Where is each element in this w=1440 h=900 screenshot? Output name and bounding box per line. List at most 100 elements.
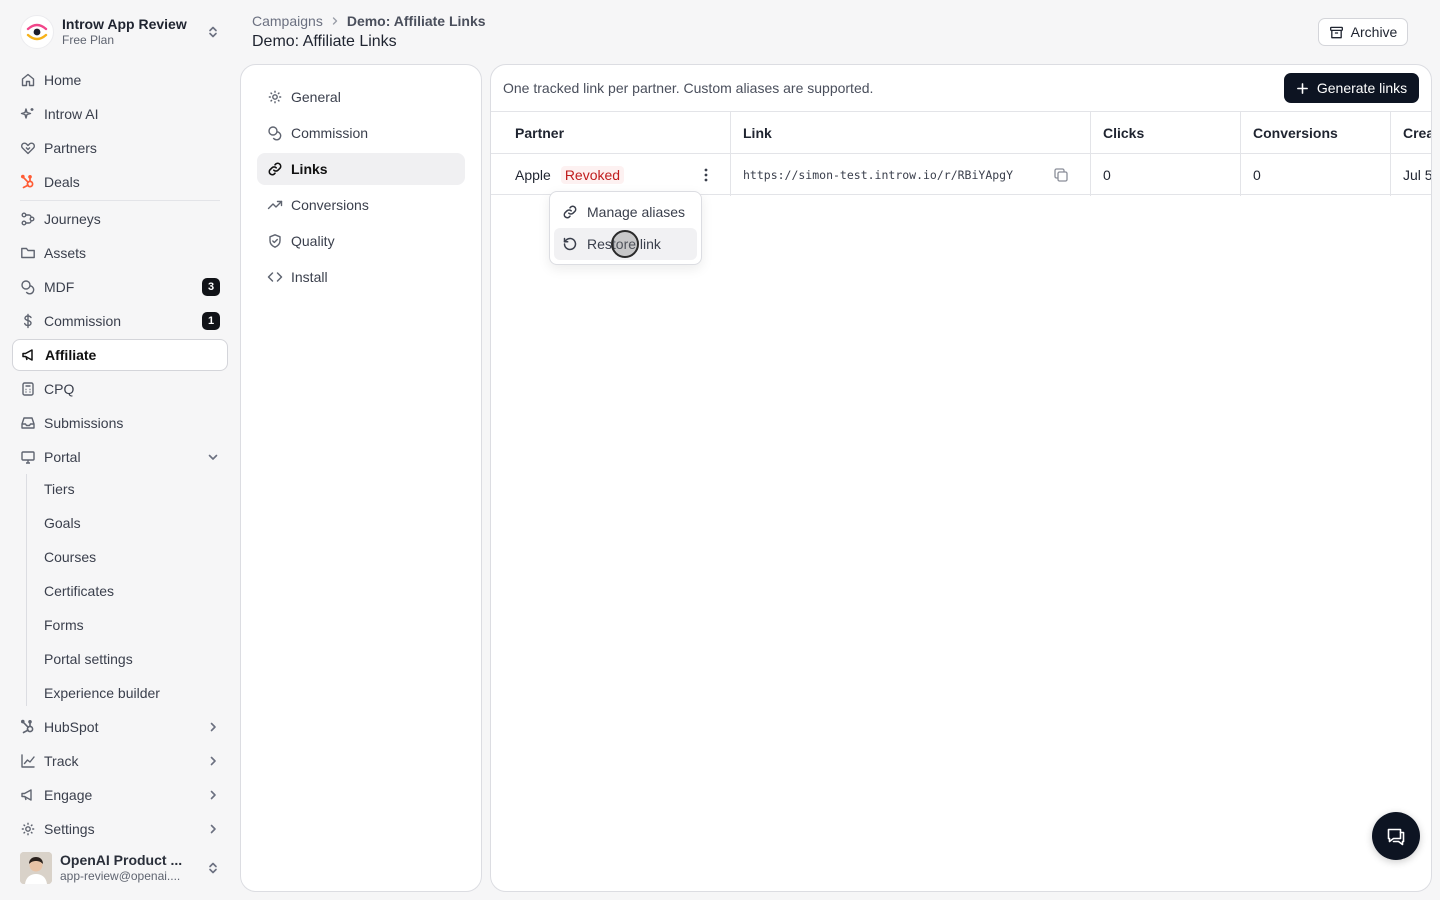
archive-icon	[1329, 25, 1344, 40]
breadcrumb-campaigns-link[interactable]: Campaigns	[252, 13, 323, 29]
sidebar-subitem-forms[interactable]: Forms	[36, 610, 226, 640]
handshake-icon	[20, 140, 36, 156]
links-table: Partner Link Clicks Conversions Crea App…	[491, 111, 1432, 196]
sidebar-subitem-experience-builder[interactable]: Experience builder	[36, 678, 226, 708]
column-header-partner[interactable]: Partner	[491, 112, 731, 154]
settings-tab-conversions[interactable]: Conversions	[257, 189, 465, 221]
sidebar-item-track[interactable]: Track	[12, 745, 228, 777]
link-icon	[267, 161, 283, 177]
settings-tab-install[interactable]: Install	[257, 261, 465, 293]
tracked-link-url: https://simon-test.introw.io/r/RBiYApgY	[743, 168, 1014, 182]
sidebar-item-hubspot[interactable]: HubSpot	[12, 711, 228, 743]
sidebar-item-label: CPQ	[44, 381, 75, 397]
sidebar-subitem-portal-settings[interactable]: Portal settings	[36, 644, 226, 674]
monitor-icon	[20, 449, 36, 465]
sidebar-subitem-certificates[interactable]: Certificates	[36, 576, 226, 606]
user-menu[interactable]: OpenAI Product ... app-review@openai....	[12, 848, 228, 888]
menu-item-label: Restore link	[587, 236, 661, 252]
shield-icon	[267, 233, 283, 249]
sidebar-item-label: Affiliate	[45, 347, 97, 363]
sidebar-item-label: Journeys	[44, 211, 101, 227]
sidebar-item-portal[interactable]: Portal	[12, 441, 228, 473]
coins-icon	[20, 279, 36, 295]
partner-cell: Apple Revoked	[491, 154, 731, 196]
restore-link-menu-item[interactable]: Restore link	[554, 228, 697, 260]
more-vertical-icon[interactable]	[697, 166, 715, 184]
sidebar-item-commission[interactable]: Commission 1	[12, 305, 228, 337]
campaign-settings-nav: General Commission Links Conversions Qua…	[240, 64, 482, 892]
workspace-switcher[interactable]: Introw App Review Free Plan	[12, 10, 228, 54]
generate-links-button[interactable]: Generate links	[1284, 73, 1419, 103]
home-icon	[20, 72, 36, 88]
table-header-row: Partner Link Clicks Conversions Crea	[491, 111, 1431, 154]
coins-icon	[267, 125, 283, 141]
sidebar-item-journeys[interactable]: Journeys	[12, 203, 228, 235]
sidebar-item-submissions[interactable]: Submissions	[12, 407, 228, 439]
sidebar-item-label: Portal	[44, 449, 81, 465]
copy-icon[interactable]	[1053, 167, 1069, 183]
mdf-count-badge: 3	[202, 278, 220, 296]
commission-count-badge: 1	[202, 312, 220, 330]
clicks-cell: 0	[1091, 154, 1241, 196]
restore-icon	[562, 236, 578, 252]
chevron-right-icon	[329, 15, 341, 27]
chevron-up-down-icon	[206, 25, 220, 39]
inbox-icon	[20, 415, 36, 431]
created-cell: Jul 5	[1403, 167, 1432, 183]
column-header-link[interactable]: Link	[731, 112, 1091, 154]
archive-button[interactable]: Archive	[1318, 18, 1408, 46]
settings-tab-label: Links	[291, 161, 328, 177]
table-row: Apple Revoked https://simon-test.introw.…	[491, 153, 1432, 196]
sidebar-subitem-tiers[interactable]: Tiers	[36, 474, 226, 504]
chat-support-button[interactable]	[1372, 812, 1420, 860]
link-icon	[562, 204, 578, 220]
partner-name: Apple	[515, 167, 551, 183]
links-description: One tracked link per partner. Custom ali…	[503, 80, 874, 96]
chevron-right-icon	[206, 822, 220, 836]
sidebar-item-assets[interactable]: Assets	[12, 237, 228, 269]
folder-icon	[20, 245, 36, 261]
column-header-clicks[interactable]: Clicks	[1091, 112, 1241, 154]
settings-tab-label: Install	[291, 269, 328, 285]
workspace-plan: Free Plan	[62, 33, 115, 47]
user-email: app-review@openai....	[60, 869, 181, 883]
chevron-right-icon	[206, 754, 220, 768]
sidebar-item-introw-ai[interactable]: Introw AI	[12, 98, 228, 130]
sidebar-item-settings[interactable]: Settings	[12, 813, 228, 845]
settings-tab-quality[interactable]: Quality	[257, 225, 465, 257]
sidebar-item-cpq[interactable]: CPQ	[12, 373, 228, 405]
workspace-name: Introw App Review	[62, 16, 187, 32]
sparkle-icon	[20, 106, 36, 122]
sidebar-item-partners[interactable]: Partners	[12, 132, 228, 164]
breadcrumb: Campaigns Demo: Affiliate Links	[252, 13, 486, 29]
megaphone-icon	[21, 347, 37, 363]
archive-label: Archive	[1350, 24, 1398, 40]
sidebar-item-affiliate[interactable]: Affiliate	[12, 339, 228, 371]
sidebar-item-home[interactable]: Home	[12, 64, 228, 96]
sidebar-item-label: MDF	[44, 279, 75, 295]
sidebar-item-label: Partners	[44, 140, 97, 156]
sidebar-item-engage[interactable]: Engage	[12, 779, 228, 811]
sidebar-item-mdf[interactable]: MDF 3	[12, 271, 228, 303]
user-name: OpenAI Product ...	[60, 852, 183, 868]
chevron-down-icon	[206, 450, 220, 464]
sidebar-item-label: Deals	[44, 174, 80, 190]
generate-links-label: Generate links	[1316, 80, 1408, 96]
sidebar-subitem-goals[interactable]: Goals	[36, 508, 226, 538]
sidebar-item-label: HubSpot	[44, 719, 99, 735]
sidebar-item-label: Home	[44, 72, 82, 88]
settings-tab-links[interactable]: Links	[257, 153, 465, 185]
settings-tab-general[interactable]: General	[257, 81, 465, 113]
sidebar-subitem-courses[interactable]: Courses	[36, 542, 226, 572]
workflow-icon	[20, 211, 36, 227]
hubspot-icon	[20, 174, 36, 190]
manage-aliases-menu-item[interactable]: Manage aliases	[554, 196, 697, 228]
row-actions-menu: Manage aliases Restore link	[549, 191, 702, 265]
links-panel: One tracked link per partner. Custom ali…	[490, 64, 1432, 892]
settings-tab-commission[interactable]: Commission	[257, 117, 465, 149]
column-header-conversions[interactable]: Conversions	[1241, 112, 1391, 154]
column-header-created[interactable]: Crea	[1391, 112, 1431, 154]
sidebar-item-deals[interactable]: Deals	[12, 166, 228, 198]
sidebar-item-label: Introw AI	[44, 106, 99, 122]
gear-icon	[267, 89, 283, 105]
